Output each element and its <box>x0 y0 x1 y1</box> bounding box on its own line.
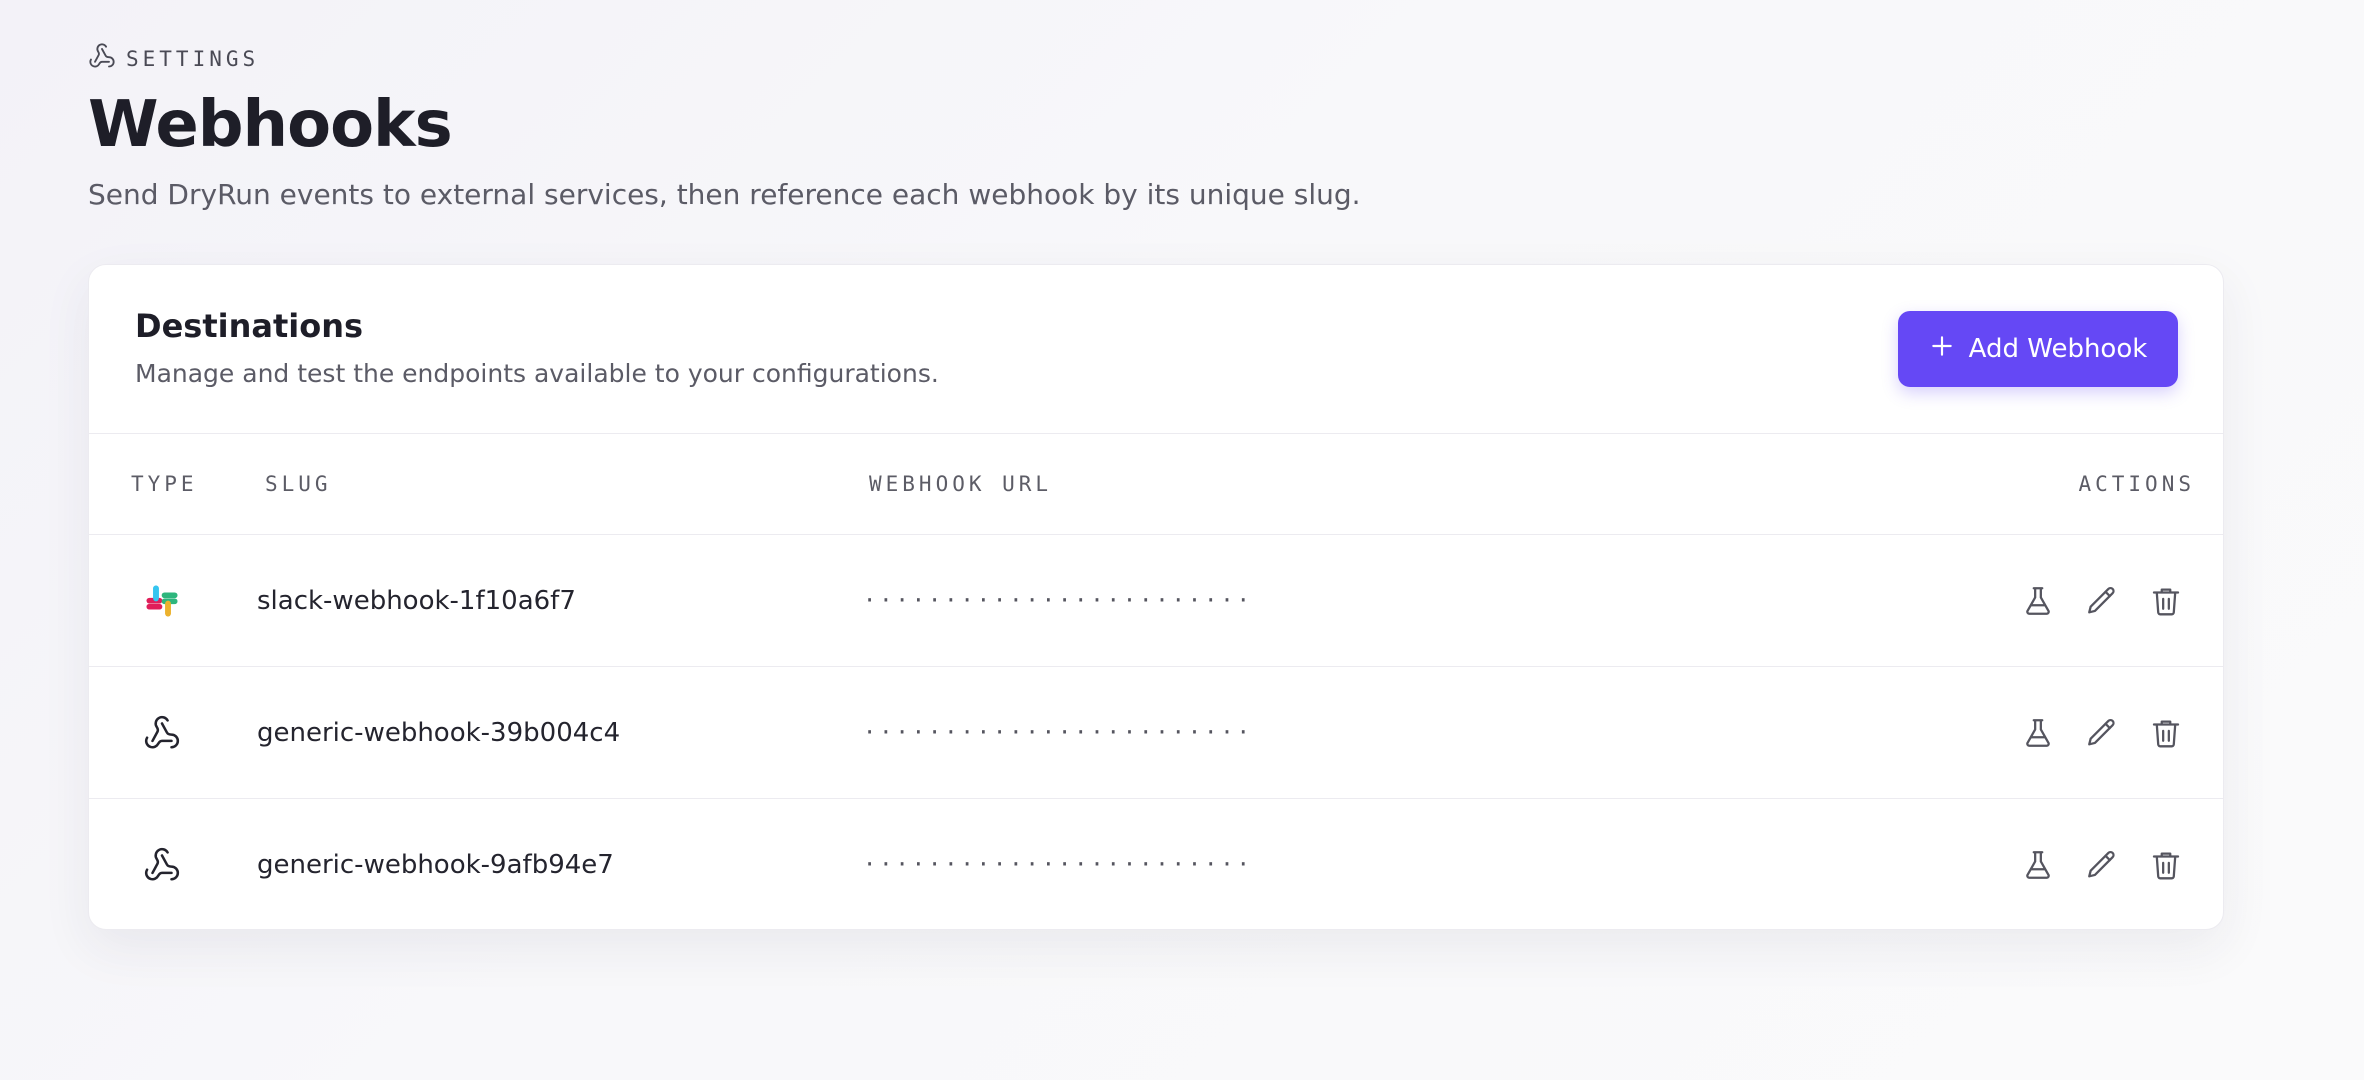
plus-icon <box>1929 333 1955 366</box>
row-actions <box>2021 716 2183 750</box>
webhook-slug: generic-webhook-39b004c4 <box>257 717 621 748</box>
column-header-actions: ACTIONS <box>2078 472 2195 496</box>
flask-icon <box>2021 848 2055 882</box>
webhook-icon <box>143 714 181 752</box>
webhook-slug: slack-webhook-1f10a6f7 <box>257 585 576 616</box>
webhook-url-masked: ························ <box>863 588 1253 613</box>
table-header: TYPE SLUG WEBHOOK URL ACTIONS <box>89 434 2223 535</box>
pencil-icon <box>2085 716 2119 750</box>
page-title: Webhooks <box>88 88 453 162</box>
trash-icon <box>2149 584 2183 618</box>
delete-webhook-button[interactable] <box>2149 848 2183 882</box>
webhook-url-masked: ························ <box>863 720 1253 745</box>
edit-webhook-button[interactable] <box>2085 848 2119 882</box>
add-webhook-label: Add Webhook <box>1968 334 2148 364</box>
column-header-url: WEBHOOK URL <box>869 472 1053 496</box>
pencil-icon <box>2085 584 2119 618</box>
flask-icon <box>2021 716 2055 750</box>
row-actions <box>2021 584 2183 618</box>
section-eyebrow: SETTINGS <box>88 42 259 75</box>
slack-icon <box>143 582 181 620</box>
destinations-card: Destinations Manage and test the endpoin… <box>88 264 2224 930</box>
edit-webhook-button[interactable] <box>2085 716 2119 750</box>
webhook-slug: generic-webhook-9afb94e7 <box>257 849 614 880</box>
test-webhook-button[interactable] <box>2021 584 2055 618</box>
delete-webhook-button[interactable] <box>2149 584 2183 618</box>
column-header-type: TYPE <box>131 472 198 496</box>
card-title: Destinations <box>135 307 364 345</box>
card-header: Destinations Manage and test the endpoin… <box>89 265 2223 434</box>
eyebrow-label: SETTINGS <box>126 46 260 71</box>
webhook-icon <box>143 846 181 884</box>
flask-icon <box>2021 584 2055 618</box>
trash-icon <box>2149 848 2183 882</box>
test-webhook-button[interactable] <box>2021 716 2055 750</box>
edit-webhook-button[interactable] <box>2085 584 2119 618</box>
add-webhook-button[interactable]: Add Webhook <box>1898 311 2178 387</box>
webhook-url-masked: ························ <box>863 852 1253 877</box>
page-subtitle: Send DryRun events to external services,… <box>88 178 1361 211</box>
table-row: generic-webhook-39b004c4 ···············… <box>89 667 2223 799</box>
row-actions <box>2021 848 2183 882</box>
table-row: generic-webhook-9afb94e7 ···············… <box>89 799 2223 929</box>
card-description: Manage and test the endpoints available … <box>135 359 939 388</box>
test-webhook-button[interactable] <box>2021 848 2055 882</box>
delete-webhook-button[interactable] <box>2149 716 2183 750</box>
column-header-slug: SLUG <box>265 472 332 496</box>
webhook-icon <box>88 42 116 75</box>
trash-icon <box>2149 716 2183 750</box>
pencil-icon <box>2085 848 2119 882</box>
table-row: slack-webhook-1f10a6f7 ·················… <box>89 535 2223 667</box>
